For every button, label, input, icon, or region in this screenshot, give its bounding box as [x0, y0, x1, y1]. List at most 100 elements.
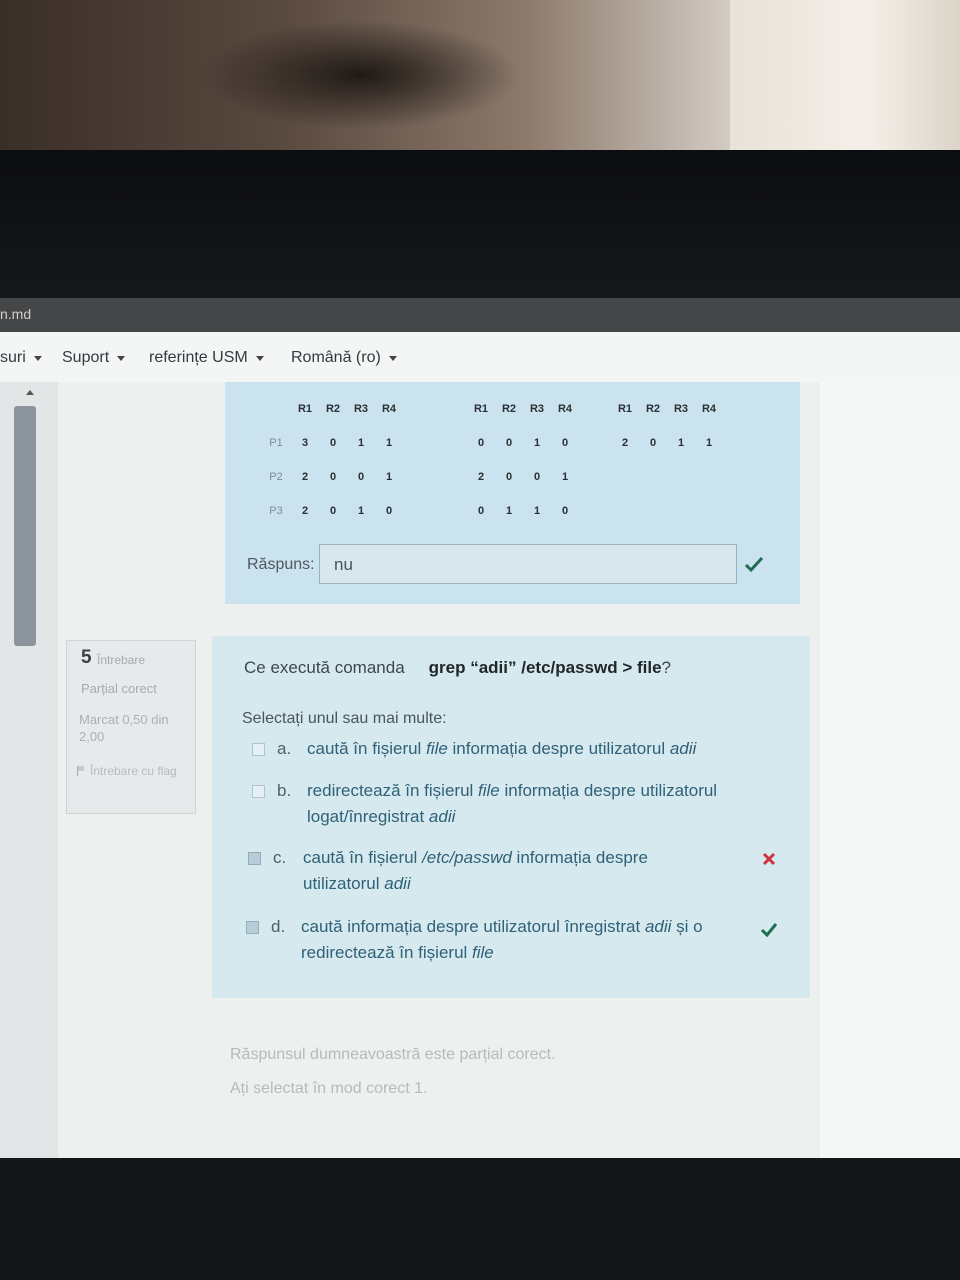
option-a[interactable]: a. caută în fișierul file informația des… [252, 736, 747, 762]
matrix-header: R1 [617, 403, 633, 415]
option-text-em: file [478, 781, 500, 800]
option-c-checkbox[interactable] [248, 852, 261, 865]
option-text-em: file [426, 739, 448, 758]
matrix-cell: 0 [477, 505, 485, 517]
matrix-cell: 2 [301, 471, 309, 483]
flag-icon [77, 766, 86, 776]
question-command: grep “adii” /etc/passwd > file [428, 658, 662, 677]
matrix-cell: 2 [477, 471, 485, 483]
option-text-em: adii [428, 807, 456, 826]
nav-courses-label: suri [0, 349, 26, 366]
nav-language[interactable]: Română (ro) [291, 349, 397, 367]
flag-question-link[interactable]: Întrebare cu flag [77, 763, 187, 779]
matrix-cell: 0 [357, 471, 365, 483]
matrix-cell: 1 [705, 437, 713, 449]
matrix-cell: 0 [477, 437, 485, 449]
correct-check-icon [744, 556, 764, 573]
right-sidebar [820, 382, 960, 1158]
option-text-em: adii [644, 917, 672, 936]
question-number: 5 [81, 647, 92, 668]
nav-courses[interactable]: suri [0, 349, 42, 367]
question-state: Parțial corect [81, 681, 157, 696]
matrix-header: R3 [353, 403, 369, 415]
option-d[interactable]: d. caută informația despre utilizatorul … [246, 914, 741, 966]
matrix-cell: 0 [505, 437, 513, 449]
matrix-cell: 0 [329, 437, 337, 449]
matrix-header: R3 [673, 403, 689, 415]
browser-address-bar[interactable]: n.md [0, 298, 960, 332]
matrix-cell: 0 [649, 437, 657, 449]
correct-check-icon [760, 923, 778, 938]
matrix-header: R1 [297, 403, 313, 415]
option-a-text: caută în fișierul file informația despre… [307, 736, 747, 762]
question-suffix: ? [661, 658, 672, 677]
room-shadow [200, 20, 520, 130]
allocation-matrix: R1 R2 R3 R4 P1 3 0 1 1 P2 2 0 0 1 P3 2 0… [261, 392, 403, 528]
option-letter: a. [277, 739, 292, 758]
caret-down-icon [388, 355, 397, 361]
option-text-part: caută în fișierul [307, 739, 427, 758]
matrix-cell: 1 [357, 505, 365, 517]
matrix-cell: 1 [533, 437, 541, 449]
matrix-cell: 2 [301, 505, 309, 517]
option-c-text: caută în fișierul /etc/passwd informația… [303, 845, 693, 897]
matrix-cell: 0 [329, 505, 337, 517]
matrix-cell: 1 [677, 437, 685, 449]
previous-question-card: R1 R2 R3 R4 P1 3 0 1 1 P2 2 0 0 1 P3 2 0… [225, 382, 800, 604]
incorrect-cross-icon [762, 852, 776, 866]
option-b-checkbox[interactable] [252, 785, 265, 798]
matrix-cell: 0 [505, 471, 513, 483]
option-text-em: file [472, 943, 494, 962]
option-text-em: adii [384, 874, 411, 893]
matrix-cell: 0 [533, 471, 541, 483]
caret-down-icon [255, 355, 264, 361]
select-prompt: Selectați unul sau mai multe: [242, 710, 447, 727]
option-d-checkbox[interactable] [246, 921, 259, 934]
matrix-header: R4 [557, 403, 573, 415]
matrix-header: R4 [381, 403, 397, 415]
option-a-checkbox[interactable] [252, 743, 265, 756]
answer-label: Răspuns: [247, 556, 315, 573]
background-room [0, 0, 960, 150]
option-text-part: redirectează în fișierul [307, 781, 479, 800]
option-text-part: informația despre utilizatorul [447, 739, 670, 758]
question-text: Ce execută comanda grep “adii” /etc/passw… [244, 658, 671, 678]
question-word: Întrebare [97, 653, 146, 667]
url-text: n.md [0, 306, 32, 322]
matrix-row-label: P3 [269, 505, 283, 517]
matrix-header: R2 [325, 403, 341, 415]
matrix-row-label: P1 [269, 437, 283, 449]
request-matrix: R1 R2 R3 R4 0 0 1 0 2 0 0 1 0 1 1 0 [467, 392, 579, 528]
matrix-cell: 1 [385, 471, 393, 483]
scrollbar-thumb[interactable] [14, 406, 36, 646]
matrix-cell: 1 [533, 505, 541, 517]
matrix-cell: 1 [385, 437, 393, 449]
option-text-em: adii [669, 739, 697, 758]
answer-input[interactable]: nu [319, 544, 737, 584]
matrix-cell: 1 [357, 437, 365, 449]
matrix-cell: 0 [385, 505, 393, 517]
option-text-part: caută informația despre utilizatorul înr… [301, 917, 645, 936]
feedback-line: Ați selectat în mod corect 1. [230, 1080, 428, 1097]
monitor-bezel-top [0, 150, 960, 300]
nav-usm-references[interactable]: referințe USM [149, 349, 264, 367]
option-c[interactable]: c. caută în fișierul /etc/passwd informa… [248, 845, 693, 897]
nav-support[interactable]: Suport [62, 349, 126, 367]
nav-language-label: Română (ro) [291, 349, 381, 366]
scroll-up-icon[interactable] [26, 390, 34, 395]
available-vector: R1 R2 R3 R4 2 0 1 1 [611, 392, 723, 460]
matrix-header: R3 [529, 403, 545, 415]
matrix-cell: 1 [505, 505, 513, 517]
option-b[interactable]: b. redirectează în fișierul file informa… [252, 778, 747, 830]
matrix-cell: 0 [329, 471, 337, 483]
question-card: Ce execută comanda grep “adii” /etc/passw… [212, 636, 810, 998]
question-text-lead: Ce execută comanda [244, 658, 405, 677]
question-grade: Marcat 0,50 din 2,00 [79, 712, 169, 744]
option-letter: c. [273, 848, 287, 867]
matrix-header: R2 [645, 403, 661, 415]
caret-down-icon [117, 355, 126, 361]
matrix-cell: 3 [301, 437, 309, 449]
matrix-cell: 1 [561, 471, 569, 483]
matrix-header: R1 [473, 403, 489, 415]
monitor-bezel-bottom [0, 1158, 960, 1280]
